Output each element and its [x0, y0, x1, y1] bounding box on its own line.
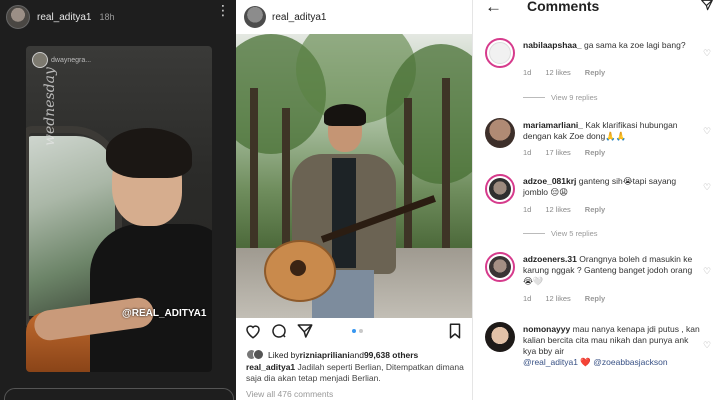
likes-user[interactable]: rizniapriliani: [300, 350, 350, 360]
comment-likes[interactable]: 12 likes: [545, 294, 570, 303]
commenter-avatar[interactable]: [485, 174, 515, 204]
post-likes[interactable]: Liked by rizniapriliani and 99,638 other…: [246, 349, 418, 360]
comment-text: nabilaapshaa_ ga sama ka zoe lagi bang?: [523, 40, 701, 51]
reply-button[interactable]: Reply: [585, 294, 605, 303]
post-username[interactable]: real_aditya1: [272, 12, 326, 23]
divider-line: [523, 97, 545, 98]
comment-likes[interactable]: 17 likes: [545, 148, 570, 157]
view-replies-text: View 5 replies: [551, 229, 598, 238]
comments-title: Comments: [527, 0, 600, 14]
comment-meta: 1d 17 likes Reply: [523, 148, 605, 157]
story-media: dwaynegra... wednesday @REAL_ADITYA1: [26, 46, 212, 372]
commenter-avatar[interactable]: [485, 118, 515, 148]
view-replies-link[interactable]: View 5 replies: [523, 229, 598, 238]
comment-age: 1d: [523, 294, 532, 303]
story-mention-sticker[interactable]: dwaynegra...: [32, 52, 91, 68]
comment-meta: 1d 12 likes Reply: [523, 205, 605, 214]
heart-emoji: ❤️: [580, 357, 591, 367]
comment-likes[interactable]: 12 likes: [545, 205, 570, 214]
comment-like-heart-icon[interactable]: ♡: [703, 266, 713, 276]
comments-panel: ← Comments nabilaapshaa_ ga sama ka zoe …: [472, 0, 720, 400]
comment-username[interactable]: nabilaapshaa_: [523, 40, 582, 50]
comment-meta: 1d 12 likes Reply: [523, 294, 605, 303]
comment-text: adzoe_081krj ganteng sih😭tapi sayang jom…: [523, 176, 701, 198]
comment-age: 1d: [523, 205, 532, 214]
commenter-avatar[interactable]: [485, 252, 515, 282]
bookmark-icon[interactable]: [446, 322, 464, 340]
mention-link[interactable]: @zoeabbasjackson: [593, 357, 667, 367]
comment-text: nomonayyy mau nanya kenapa jdi putus , k…: [523, 324, 701, 368]
post-actions: [244, 322, 464, 342]
comment-body: ga sama ka zoe lagi bang?: [583, 40, 686, 50]
more-options-icon[interactable]: ⋮: [216, 3, 230, 17]
tree-trunk: [404, 98, 412, 258]
commenter-avatar[interactable]: [485, 322, 515, 352]
share-icon[interactable]: [296, 322, 314, 340]
comment-text: mariamarliani_ Kak klarifikasi hubungan …: [523, 120, 701, 142]
reply-button[interactable]: Reply: [585, 148, 605, 157]
likes-prefix: Liked by: [268, 349, 300, 360]
comment-username[interactable]: adzoe_081krj: [523, 176, 576, 186]
comment-like-heart-icon[interactable]: ♡: [703, 340, 713, 350]
comment-like-heart-icon[interactable]: ♡: [703, 182, 713, 192]
comment-like-heart-icon[interactable]: ♡: [703, 48, 713, 58]
divider-line: [523, 233, 545, 234]
mention-avatar: [32, 52, 48, 68]
comment-age: 1d: [523, 68, 532, 77]
comment-username[interactable]: nomonayyy: [523, 324, 570, 334]
man-shirt: [90, 224, 212, 372]
comment-username[interactable]: mariamarliani_: [523, 120, 583, 130]
view-all-comments-link[interactable]: View all 476 comments: [246, 389, 333, 399]
mention-link[interactable]: @real_aditya1: [523, 357, 578, 367]
mention-username: dwaynegra...: [51, 56, 92, 64]
carousel-indicator: [352, 329, 363, 333]
view-replies-link[interactable]: View 9 replies: [523, 93, 598, 102]
comment-icon[interactable]: [270, 322, 288, 340]
post-header: real_aditya1: [236, 0, 472, 34]
man-hair: [324, 104, 366, 126]
carousel-dot-active: [352, 329, 356, 333]
story-mention-tag[interactable]: @REAL_ADITYA1: [122, 308, 206, 319]
likes-suffix: and: [349, 349, 364, 360]
direct-message-icon[interactable]: [700, 0, 714, 12]
man-shirt: [332, 158, 356, 268]
view-replies-text: View 9 replies: [551, 93, 598, 102]
commenter-avatar[interactable]: [485, 38, 515, 68]
post-caption: real_aditya1 Jadilah seperti Berlian, Di…: [246, 362, 468, 384]
comment-like-heart-icon[interactable]: ♡: [703, 126, 713, 136]
comment-meta: 1d 12 likes Reply: [523, 68, 605, 77]
story-header: real_aditya1 18h ⋮: [0, 0, 236, 34]
liker-avatar: [253, 349, 264, 360]
back-arrow-icon[interactable]: ←: [485, 0, 502, 15]
likes-count[interactable]: 99,638 others: [364, 350, 418, 360]
tree-trunk: [282, 108, 290, 258]
story-avatar[interactable]: [6, 5, 30, 29]
man-hair: [106, 128, 192, 178]
comment-text: adzoeners.31 Orangnya boleh d masukin ke…: [523, 254, 701, 287]
caption-username[interactable]: real_aditya1: [246, 362, 295, 372]
tree-trunk: [442, 78, 450, 258]
comment-username[interactable]: adzoeners.31: [523, 254, 577, 264]
comment-age: 1d: [523, 148, 532, 157]
comment-likes[interactable]: 12 likes: [545, 68, 570, 77]
story-reply-field[interactable]: [4, 388, 234, 400]
reply-button[interactable]: Reply: [585, 205, 605, 214]
comments-header: ← Comments: [473, 0, 720, 22]
story-panel: real_aditya1 18h ⋮ dwaynegra... wednesda…: [0, 0, 236, 400]
story-script-text: wednesday: [42, 67, 58, 146]
carousel-dot: [359, 329, 363, 333]
post-avatar[interactable]: [244, 6, 266, 28]
story-time: 18h: [99, 12, 115, 22]
post-photo[interactable]: [236, 34, 472, 318]
story-username[interactable]: real_aditya1: [37, 12, 91, 23]
like-heart-icon[interactable]: [244, 322, 262, 340]
tree-trunk: [250, 88, 258, 258]
reply-button[interactable]: Reply: [585, 68, 605, 77]
guitar-soundhole: [290, 260, 306, 276]
post-panel: real_aditya1 Liked by rizniapriliani and…: [236, 0, 472, 400]
